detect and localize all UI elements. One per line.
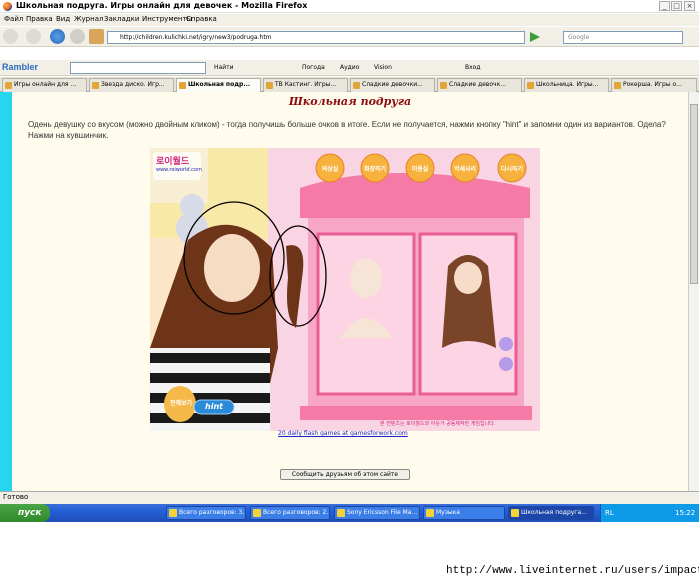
taskbar-item-1[interactable]: Всего разговоров: 3... [166, 506, 246, 520]
menu-edit[interactable]: Правка [26, 15, 53, 23]
tab-3-active[interactable]: Школьная подр... [176, 78, 261, 92]
menu-help[interactable]: Справка [186, 15, 217, 23]
close-button[interactable]: × [684, 1, 695, 11]
minimize-button[interactable]: _ [659, 1, 670, 11]
menu-view[interactable]: Вид [56, 15, 70, 23]
scrollbar-thumb[interactable] [690, 104, 698, 284]
maximize-button[interactable]: □ [671, 1, 682, 11]
share-button[interactable]: Сообщить друзьям об этом сайте [280, 469, 410, 480]
title-bar: Школьная подруга. Игры онлайн для девоче… [0, 0, 699, 13]
system-tray: RL 15:22 [600, 504, 699, 522]
game-logo-url: www.roiworld.com [156, 167, 202, 173]
game-credit-text: 본 컨텐츠는 로이월드와 아웃가 공동제작한 게임입니다. [380, 421, 496, 427]
hint-button[interactable]: hint [194, 402, 234, 411]
tab-5[interactable]: Сладкие девочки... [350, 78, 435, 92]
menu-makeup-button[interactable]: 화장하기 [362, 164, 388, 173]
navigation-toolbar: http://children.kulichki.net/igry/new3/p… [0, 27, 699, 47]
rambler-find-button[interactable]: Найти [214, 64, 233, 71]
stop-icon[interactable] [70, 29, 85, 44]
vision-button[interactable]: Vision [374, 64, 392, 71]
menu-restart-button[interactable]: 다시하기 [499, 164, 525, 173]
view-all-button[interactable]: 전체보기 [166, 398, 196, 407]
menu-wardrobe-button[interactable]: 의상실 [318, 164, 342, 173]
taskbar: пуск Всего разговоров: 3... Всего разгов… [0, 504, 699, 522]
taskbar-item-4[interactable]: Музыка [423, 506, 505, 520]
page-title: Школьная подруга [288, 95, 412, 108]
menu-bookmarks[interactable]: Закладки [104, 15, 139, 23]
url-field[interactable]: http://children.kulichki.net/igry/new3/p… [107, 31, 525, 44]
audio-button[interactable]: Аудио [340, 64, 359, 71]
taskbar-item-3[interactable]: Sony Ericsson File Ma... [334, 506, 420, 520]
taskbar-item-2[interactable]: Всего разговоров: 2... [250, 506, 330, 520]
page-viewport: Школьная подруга Одень девушку со вкусом… [0, 92, 699, 491]
menu-bar: Файл Правка Вид Журнал Закладки Инструме… [0, 14, 699, 26]
tab-4[interactable]: ТВ Кастинг. Игры... [263, 78, 348, 92]
vertical-scrollbar[interactable] [688, 92, 699, 491]
rambler-toolbar: Rambler Найти Погода Аудио Vision Вход [0, 60, 699, 76]
home-icon[interactable] [89, 29, 104, 44]
menu-accessories-button[interactable]: 악세사리 [452, 164, 478, 173]
go-icon[interactable] [530, 32, 540, 42]
search-input[interactable]: Google [563, 31, 683, 44]
tab-2[interactable]: Звезда диско. Игр... [89, 78, 174, 92]
menu-history[interactable]: Журнал [74, 15, 103, 23]
tab-7[interactable]: Школьница. Игры... [524, 78, 609, 92]
clock: 15:22 [675, 509, 696, 517]
watermark-url: http://www.liveinternet.ru/users/impacto… [446, 565, 699, 577]
tab-1[interactable]: Игры онлайн для ... [2, 78, 87, 92]
window-title: Школьная подруга. Игры онлайн для девоче… [16, 1, 308, 10]
forward-icon[interactable] [26, 29, 41, 44]
page-description: Одень девушку со вкусом (можно двойным к… [28, 120, 666, 140]
firefox-icon [3, 2, 12, 11]
status-bar: Готово [0, 491, 699, 504]
reload-icon[interactable] [50, 29, 65, 44]
taskbar-item-5-active[interactable]: Школьная подруга... [508, 506, 594, 520]
language-indicator[interactable]: RL [605, 504, 614, 522]
page-body: Школьная подруга Одень девушку со вкусом… [12, 92, 688, 491]
menu-file[interactable]: Файл [4, 15, 23, 23]
tab-strip: Игры онлайн для ... Звезда диско. Игр...… [0, 77, 699, 92]
flash-game[interactable]: 로이월드 www.roiworld.com 의상실 화장하기 미용실 악세사리 … [150, 148, 540, 431]
weather-button[interactable]: Погода [302, 64, 325, 71]
rambler-search-input[interactable] [70, 62, 206, 74]
tab-6[interactable]: Сладкие девочк... [437, 78, 522, 92]
login-button[interactable]: Вход [465, 64, 481, 71]
rambler-logo: Rambler [2, 62, 39, 72]
menu-tools[interactable]: Инструменты [142, 15, 192, 23]
back-icon[interactable] [3, 29, 18, 44]
game-logo: 로이월드 [156, 157, 190, 167]
flash-games-link[interactable]: 20 daily flash games at gamesforwork.com [278, 430, 408, 437]
start-button[interactable]: пуск [0, 504, 50, 522]
menu-hair-button[interactable]: 미용실 [408, 164, 432, 173]
tab-8[interactable]: Рокерша. Игры о... [611, 78, 697, 92]
